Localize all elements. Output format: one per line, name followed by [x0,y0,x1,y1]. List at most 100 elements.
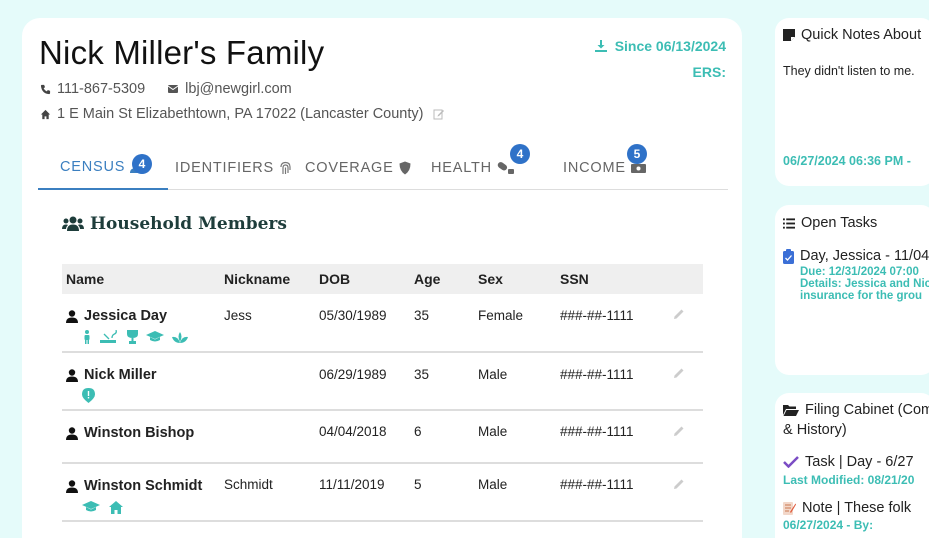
folder-open-icon [783,404,799,416]
home-icon [39,108,51,120]
member-name[interactable]: Nick Miller [66,367,157,383]
edit-member-icon[interactable] [673,308,685,320]
person-standing-icon [82,330,92,344]
edit-member-icon[interactable] [673,478,685,490]
edit-member-icon[interactable] [673,425,685,437]
member-name-text: Jessica Day [84,308,168,324]
income-count-badge: 5 [627,144,647,164]
table-row[interactable]: Winston Schmidt Schmidt 11/11/2019 5 Mal… [62,464,703,522]
graduation-cap-icon [146,330,164,344]
filing-item-note[interactable]: Note | These folk [783,500,911,516]
contact-line: 111-867-5309 lbj@newgirl.com [39,81,292,97]
member-flags [82,500,123,514]
task-item[interactable]: Day, Jessica - 11/04 [783,248,929,264]
user-icon [66,479,78,493]
quick-notes-title: Quick Notes About [801,27,922,43]
member-flags [82,388,95,403]
tab-income-label: INCOME [563,160,626,176]
table-row[interactable]: Jessica Day Jess 05/30/1989 35 Female ##… [62,294,703,353]
col-dob: DOB [319,271,351,287]
user-icon [66,426,78,440]
member-name-text: Winston Schmidt [84,478,203,494]
task-title: Day, Jessica - 11/04 [800,248,929,264]
memo-icon [783,501,796,515]
shield-icon [399,161,411,175]
open-tasks-title: Open Tasks [801,215,878,231]
tab-coverage[interactable]: COVERAGE [305,146,411,190]
member-dob: 04/04/2018 [319,424,387,439]
household-members-heading: Household Members [62,214,287,234]
col-age: Age [414,271,441,287]
table-row[interactable]: Winston Bishop 04/04/2018 6 Male ###-##-… [62,411,703,464]
filing-item-task-meta: Last Modified: 08/21/20 [783,473,915,487]
filing-item-note-title: Note | These folk [802,500,912,516]
phone-icon [39,83,51,95]
household-title: Household Members [90,214,287,234]
smoking-icon [100,330,118,344]
member-age: 35 [414,367,430,382]
member-dob: 11/11/2019 [319,477,385,492]
edit-member-icon[interactable] [673,367,685,379]
lotus-icon [172,330,188,344]
member-age: 5 [414,477,422,492]
quick-note-timestamp: 06/27/2024 06:36 PM - [783,154,911,168]
member-sex: Female [478,308,524,323]
envelope-icon [167,83,179,95]
ers-label: ERS: [692,64,726,80]
member-sex: Male [478,367,508,382]
clipboard-icon [783,248,794,264]
list-icon [783,217,795,229]
family-card: Nick Miller's Family 111-867-5309 lbj@ne… [22,18,742,538]
member-sex: Male [478,477,508,492]
quick-notes-card: Quick Notes About They didn't listen to … [775,18,929,186]
table-row[interactable]: Nick Miller 06/29/1989 35 Male ###-##-11… [62,353,703,411]
tab-health[interactable]: HEALTH [431,146,515,190]
quick-notes-heading: Quick Notes About [783,27,921,43]
filing-item-task[interactable]: Task | Day - 6/27 [783,454,914,470]
col-sex: Sex [478,271,503,287]
checkmark-icon [783,456,799,468]
health-count-badge: 4 [510,144,530,164]
pills-icon [497,161,515,175]
page-title: Nick Miller's Family [39,34,325,71]
member-name[interactable]: Winston Bishop [66,425,194,441]
edit-address-icon[interactable] [433,108,445,120]
household-table: Name Nickname DOB Age Sex SSN Jessica Da… [62,264,703,522]
filing-cabinet-heading: Filing Cabinet (Com [783,402,929,418]
member-nickname: Jess [224,308,252,323]
member-name-text: Nick Miller [84,367,157,383]
tab-census-label: CENSUS [60,159,126,175]
tab-bar: CENSUS 4 IDENTIFIERS COVERAGE HEALTH 4 I… [38,144,728,190]
graduation-cap-icon [82,500,100,514]
open-tasks-card: Open Tasks Day, Jessica - 11/04 Due: 12/… [775,205,929,375]
download-icon[interactable] [594,39,608,53]
tab-identifiers[interactable]: IDENTIFIERS [175,146,292,190]
member-ssn: ###-##-1111 [560,308,634,323]
left-edge [0,0,7,538]
table-header: Name Nickname DOB Age Sex SSN [62,264,703,294]
member-ssn: ###-##-1111 [560,477,634,492]
quick-note-text[interactable]: They didn't listen to me. [783,64,915,78]
tab-coverage-label: COVERAGE [305,160,394,176]
since-label: Since 06/13/2024 [614,38,726,54]
member-name-text: Winston Bishop [84,425,195,441]
email-address[interactable]: lbj@newgirl.com [185,81,292,97]
users-group-icon [62,216,84,232]
filing-cabinet-card: Filing Cabinet (Com & History) Task | Da… [775,393,929,538]
award-icon [126,330,138,344]
member-name[interactable]: Jessica Day [66,308,167,324]
tab-health-label: HEALTH [431,160,492,176]
note-icon [783,29,795,41]
since-date: Since 06/13/2024 [594,38,726,54]
census-count-badge: 4 [132,154,152,174]
address: 1 E Main St Elizabethtown, PA 17022 (Lan… [57,106,424,122]
member-ssn: ###-##-1111 [560,424,634,439]
member-name[interactable]: Winston Schmidt [66,478,202,494]
open-tasks-heading: Open Tasks [783,215,877,231]
phone-number[interactable]: 111-867-5309 [57,81,145,97]
address-line: 1 E Main St Elizabethtown, PA 17022 (Lan… [39,106,445,122]
fingerprint-icon [279,161,292,175]
member-sex: Male [478,424,508,439]
home-icon [108,500,123,514]
col-ssn: SSN [560,271,589,287]
